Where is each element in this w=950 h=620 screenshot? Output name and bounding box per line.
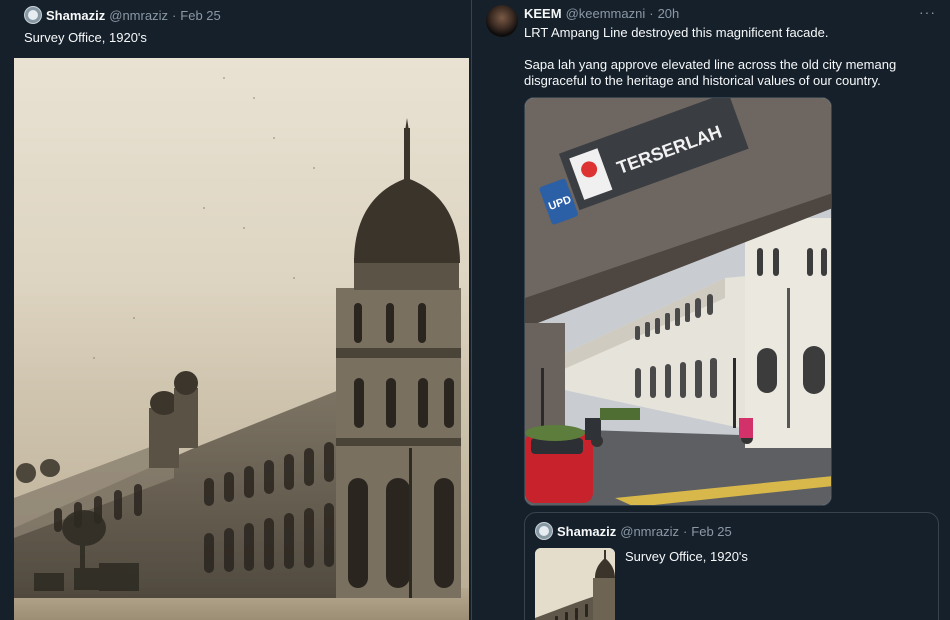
left-tweet[interactable]: Shamaziz @nmraziz · Feb 25 Survey Office… <box>0 0 471 620</box>
tweet-text-line: Sapa lah yang approve elevated line acro… <box>524 57 897 88</box>
author-handle[interactable]: @keemmazni <box>566 6 646 21</box>
tweet-text: LRT Ampang Line destroyed this magnifice… <box>524 25 944 105</box>
tweet-header: KEEM @keemmazni · 20h <box>524 6 679 21</box>
tweet-photo[interactable]: TERSERLAH UPD <box>524 97 832 506</box>
tweet-text-line: LRT Ampang Line destroyed this magnifice… <box>524 25 829 40</box>
author-handle[interactable]: @nmraziz <box>109 8 168 23</box>
author-name[interactable]: Shamaziz <box>46 8 105 23</box>
tweet-header: Shamaziz @nmraziz · Feb 25 <box>24 6 221 24</box>
more-options-icon[interactable]: ··· <box>919 4 936 20</box>
street-photo: TERSERLAH UPD <box>525 98 831 505</box>
quoted-author-name: Shamaziz <box>557 523 617 539</box>
quoted-tweet[interactable]: Shamaziz @nmraziz · Feb 25 Survey Office… <box>524 512 939 620</box>
separator: · <box>682 523 688 539</box>
tweet-time[interactable]: 20h <box>658 6 680 21</box>
avatar <box>535 522 553 540</box>
author-name[interactable]: KEEM <box>524 6 562 21</box>
separator: · <box>171 7 177 23</box>
separator: · <box>649 6 654 21</box>
quoted-date: Feb 25 <box>691 523 732 539</box>
right-tweet[interactable]: KEEM @keemmazni · 20h ··· LRT Ampang Lin… <box>472 0 950 620</box>
avatar[interactable] <box>24 6 42 24</box>
historic-building-thumbnail <box>535 548 615 620</box>
quoted-tweet-text: Survey Office, 1920's <box>625 549 748 564</box>
tweet-text: Survey Office, 1920's <box>24 30 147 45</box>
tweet-date[interactable]: Feb 25 <box>180 8 220 23</box>
historic-building-photo <box>14 77 469 620</box>
quoted-tweet-header: Shamaziz @nmraziz · Feb 25 <box>535 522 732 540</box>
tweet-photo[interactable] <box>14 58 469 620</box>
quoted-author-handle: @nmraziz <box>620 523 679 539</box>
avatar[interactable] <box>486 5 518 37</box>
quoted-tweet-thumbnail[interactable] <box>535 548 615 620</box>
